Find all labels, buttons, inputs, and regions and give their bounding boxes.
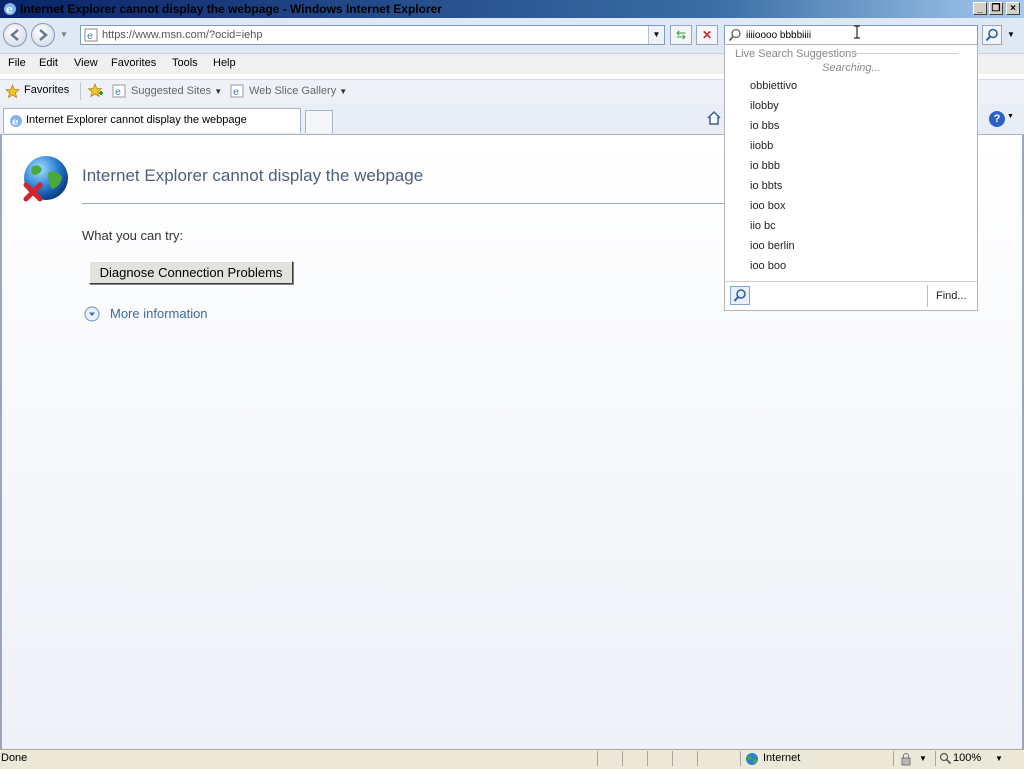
web-slice-icon: e: [230, 84, 244, 98]
recent-pages-dropdown[interactable]: ▼: [60, 30, 68, 39]
protected-mode-icon[interactable]: [899, 752, 913, 766]
menu-tools[interactable]: Tools: [172, 57, 198, 69]
svg-text:e: e: [12, 117, 18, 128]
find-on-page-link[interactable]: Find...: [936, 290, 967, 302]
suggestion-item[interactable]: io bbts: [750, 180, 782, 192]
chevron-down-icon: ▼: [339, 87, 348, 96]
svg-text:e: e: [6, 3, 13, 16]
search-go-icon: [985, 28, 998, 42]
suggestions-header: Live Search Suggestions: [735, 48, 857, 60]
status-cell: [672, 751, 695, 766]
search-options-dropdown[interactable]: ▼: [1004, 25, 1018, 45]
menu-view[interactable]: View: [74, 57, 98, 69]
suggestion-item[interactable]: iiobb: [750, 140, 773, 152]
menu-favorites[interactable]: Favorites: [111, 57, 156, 69]
suggestion-item[interactable]: obbiettivo: [750, 80, 797, 92]
heading-divider: [82, 203, 742, 204]
home-icon[interactable]: [706, 110, 722, 126]
internet-zone-icon: [746, 753, 758, 765]
status-text: Done: [1, 752, 28, 764]
find-separator: [927, 285, 928, 307]
zoom-dropdown[interactable]: ▼: [995, 754, 1003, 763]
zoom-level[interactable]: 100%: [953, 752, 981, 764]
address-dropdown-button[interactable]: ▼: [648, 26, 664, 44]
suggested-sites-icon: e: [112, 84, 126, 98]
menu-edit[interactable]: Edit: [39, 57, 58, 69]
back-arrow-icon: [10, 29, 19, 41]
chevron-down-icon[interactable]: ▼: [919, 754, 927, 763]
suggestions-header-divider: [852, 53, 958, 54]
address-url: https://www.msn.com/?ocid=iehp: [102, 29, 263, 41]
suggestion-item[interactable]: ioo boo: [750, 260, 786, 272]
tab-page-icon: e: [10, 115, 22, 128]
refresh-button[interactable]: ⇆: [670, 25, 692, 45]
suggestion-item[interactable]: io bbb: [750, 160, 780, 172]
restore-button[interactable]: ❐: [989, 2, 1003, 15]
svg-text:e: e: [87, 31, 93, 42]
suggestion-item[interactable]: iio bc: [750, 220, 776, 232]
error-heading: Internet Explorer cannot display the web…: [82, 166, 424, 185]
svg-text:e: e: [115, 87, 121, 98]
favorites-button[interactable]: Favorites: [24, 84, 69, 96]
searching-status: Searching...: [822, 62, 881, 74]
status-cell: [597, 751, 620, 766]
help-icon[interactable]: ?: [989, 111, 1005, 127]
search-icon: [728, 28, 741, 42]
suggested-sites-link[interactable]: Suggested Sites ▼: [131, 85, 222, 97]
add-to-favorites-bar-icon[interactable]: [87, 83, 104, 99]
suggestion-item[interactable]: ioo box: [750, 200, 785, 212]
menu-file[interactable]: File: [8, 57, 26, 69]
close-window-button[interactable]: ×: [1006, 2, 1020, 15]
favorites-divider: [80, 82, 81, 100]
find-search-button[interactable]: [730, 286, 750, 305]
chevron-down-icon: ▼: [214, 87, 223, 96]
text-cursor-icon: [854, 25, 860, 39]
search-icon: [733, 289, 746, 302]
what-you-can-try-label: What you can try:: [82, 228, 184, 243]
diagnose-connection-button[interactable]: Diagnose Connection Problems: [89, 261, 293, 284]
suggestions-footer-divider: [725, 281, 977, 282]
search-go-button[interactable]: [982, 25, 1002, 45]
ie-logo-icon: e: [4, 3, 16, 16]
new-tab-button[interactable]: [305, 110, 333, 133]
favorites-star-icon: [5, 84, 20, 99]
tab-label: Internet Explorer cannot display the web…: [26, 114, 247, 126]
suggestion-item[interactable]: ioo berlin: [750, 240, 795, 252]
globe-error-icon: [23, 156, 68, 202]
page-icon: e: [84, 28, 98, 42]
forward-button[interactable]: [31, 23, 55, 47]
security-zone-label: Internet: [763, 752, 801, 764]
status-cell: [647, 751, 670, 766]
web-slice-gallery-link[interactable]: Web Slice Gallery ▼: [249, 85, 347, 97]
window-title: Internet Explorer cannot display the web…: [20, 2, 442, 16]
suggestion-item[interactable]: ilobby: [750, 100, 779, 112]
help-dropdown[interactable]: ▼: [1007, 113, 1014, 120]
back-button[interactable]: [3, 23, 27, 47]
more-information-link[interactable]: More information: [110, 306, 208, 321]
zoom-icon: [939, 752, 952, 765]
expand-circle-icon[interactable]: [84, 306, 100, 322]
status-cell: [622, 751, 645, 766]
suggested-sites-label: Suggested Sites: [131, 85, 212, 97]
web-slice-gallery-label: Web Slice Gallery: [249, 85, 337, 97]
minimize-button[interactable]: _: [973, 2, 987, 15]
status-cell: [697, 751, 720, 766]
stop-button[interactable]: ✕: [696, 25, 718, 45]
search-query: iiiioooo bbbbiiii: [746, 30, 812, 41]
forward-arrow-icon: [39, 29, 48, 41]
suggestion-item[interactable]: io bbs: [750, 120, 779, 132]
menu-help[interactable]: Help: [213, 57, 236, 69]
svg-text:e: e: [233, 87, 239, 98]
